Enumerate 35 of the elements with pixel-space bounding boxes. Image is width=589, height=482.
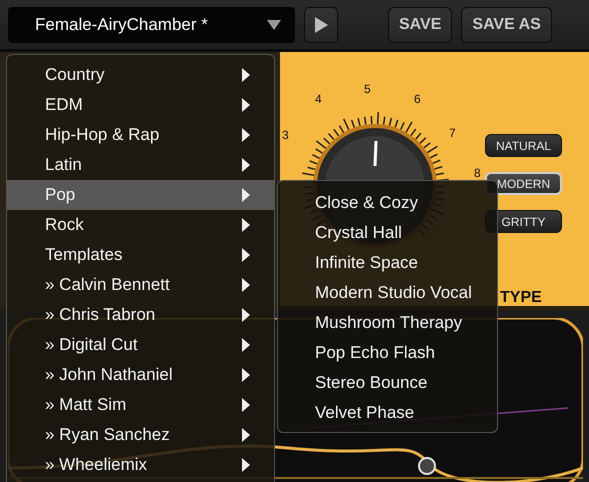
save-button[interactable]: SAVE AS bbox=[461, 6, 552, 42]
menu-item[interactable]: » Matt Sim bbox=[7, 390, 274, 420]
menu-item[interactable]: » Digital Cut bbox=[7, 330, 274, 360]
scale-number: 4 bbox=[315, 92, 322, 106]
save-button[interactable]: SAVE bbox=[388, 6, 452, 42]
menu-item[interactable]: Country bbox=[7, 60, 274, 90]
scale-number: 7 bbox=[449, 126, 456, 140]
caret-icon bbox=[267, 20, 281, 30]
menu-item[interactable]: Stereo Bounce bbox=[278, 368, 497, 398]
menu-item[interactable]: Mushroom Therapy bbox=[278, 308, 497, 338]
scale-number: 8 bbox=[474, 166, 481, 180]
menu-item[interactable]: » Chris Tabron bbox=[7, 300, 274, 330]
menu-item[interactable]: » Ryan Sanchez bbox=[7, 420, 274, 450]
play-button[interactable] bbox=[304, 6, 338, 42]
type-button[interactable]: NATURAL bbox=[485, 134, 562, 157]
preset-dropdown[interactable]: Female-AiryChamber * bbox=[8, 6, 295, 42]
play-icon bbox=[314, 16, 328, 32]
menu-item[interactable]: Templates bbox=[7, 240, 274, 270]
scale-number: 5 bbox=[364, 82, 371, 96]
menu-item[interactable]: Latin bbox=[7, 150, 274, 180]
scale-number: 6 bbox=[414, 92, 421, 106]
type-button[interactable]: MODERN bbox=[485, 172, 562, 195]
menu-item[interactable]: » Calvin Bennett bbox=[7, 270, 274, 300]
menu-item[interactable]: Modern Studio Vocal bbox=[278, 278, 497, 308]
menu-item[interactable]: EDM bbox=[7, 90, 274, 120]
menu-item[interactable]: Pop Echo Flash bbox=[278, 338, 497, 368]
menu-item[interactable]: Rock bbox=[7, 210, 274, 240]
menu-item[interactable]: Velvet Phase bbox=[278, 398, 497, 428]
menu-item[interactable]: Hip-Hop & Rap bbox=[7, 120, 274, 150]
scale-number: 3 bbox=[282, 128, 289, 142]
type-label: TYPE bbox=[500, 289, 542, 307]
menu-item[interactable]: » John Nathaniel bbox=[7, 360, 274, 390]
menu-item[interactable]: » Wheeliemix bbox=[7, 450, 274, 480]
menu-item[interactable]: Pop bbox=[7, 180, 274, 210]
menu-item[interactable]: Infinite Space bbox=[278, 248, 497, 278]
